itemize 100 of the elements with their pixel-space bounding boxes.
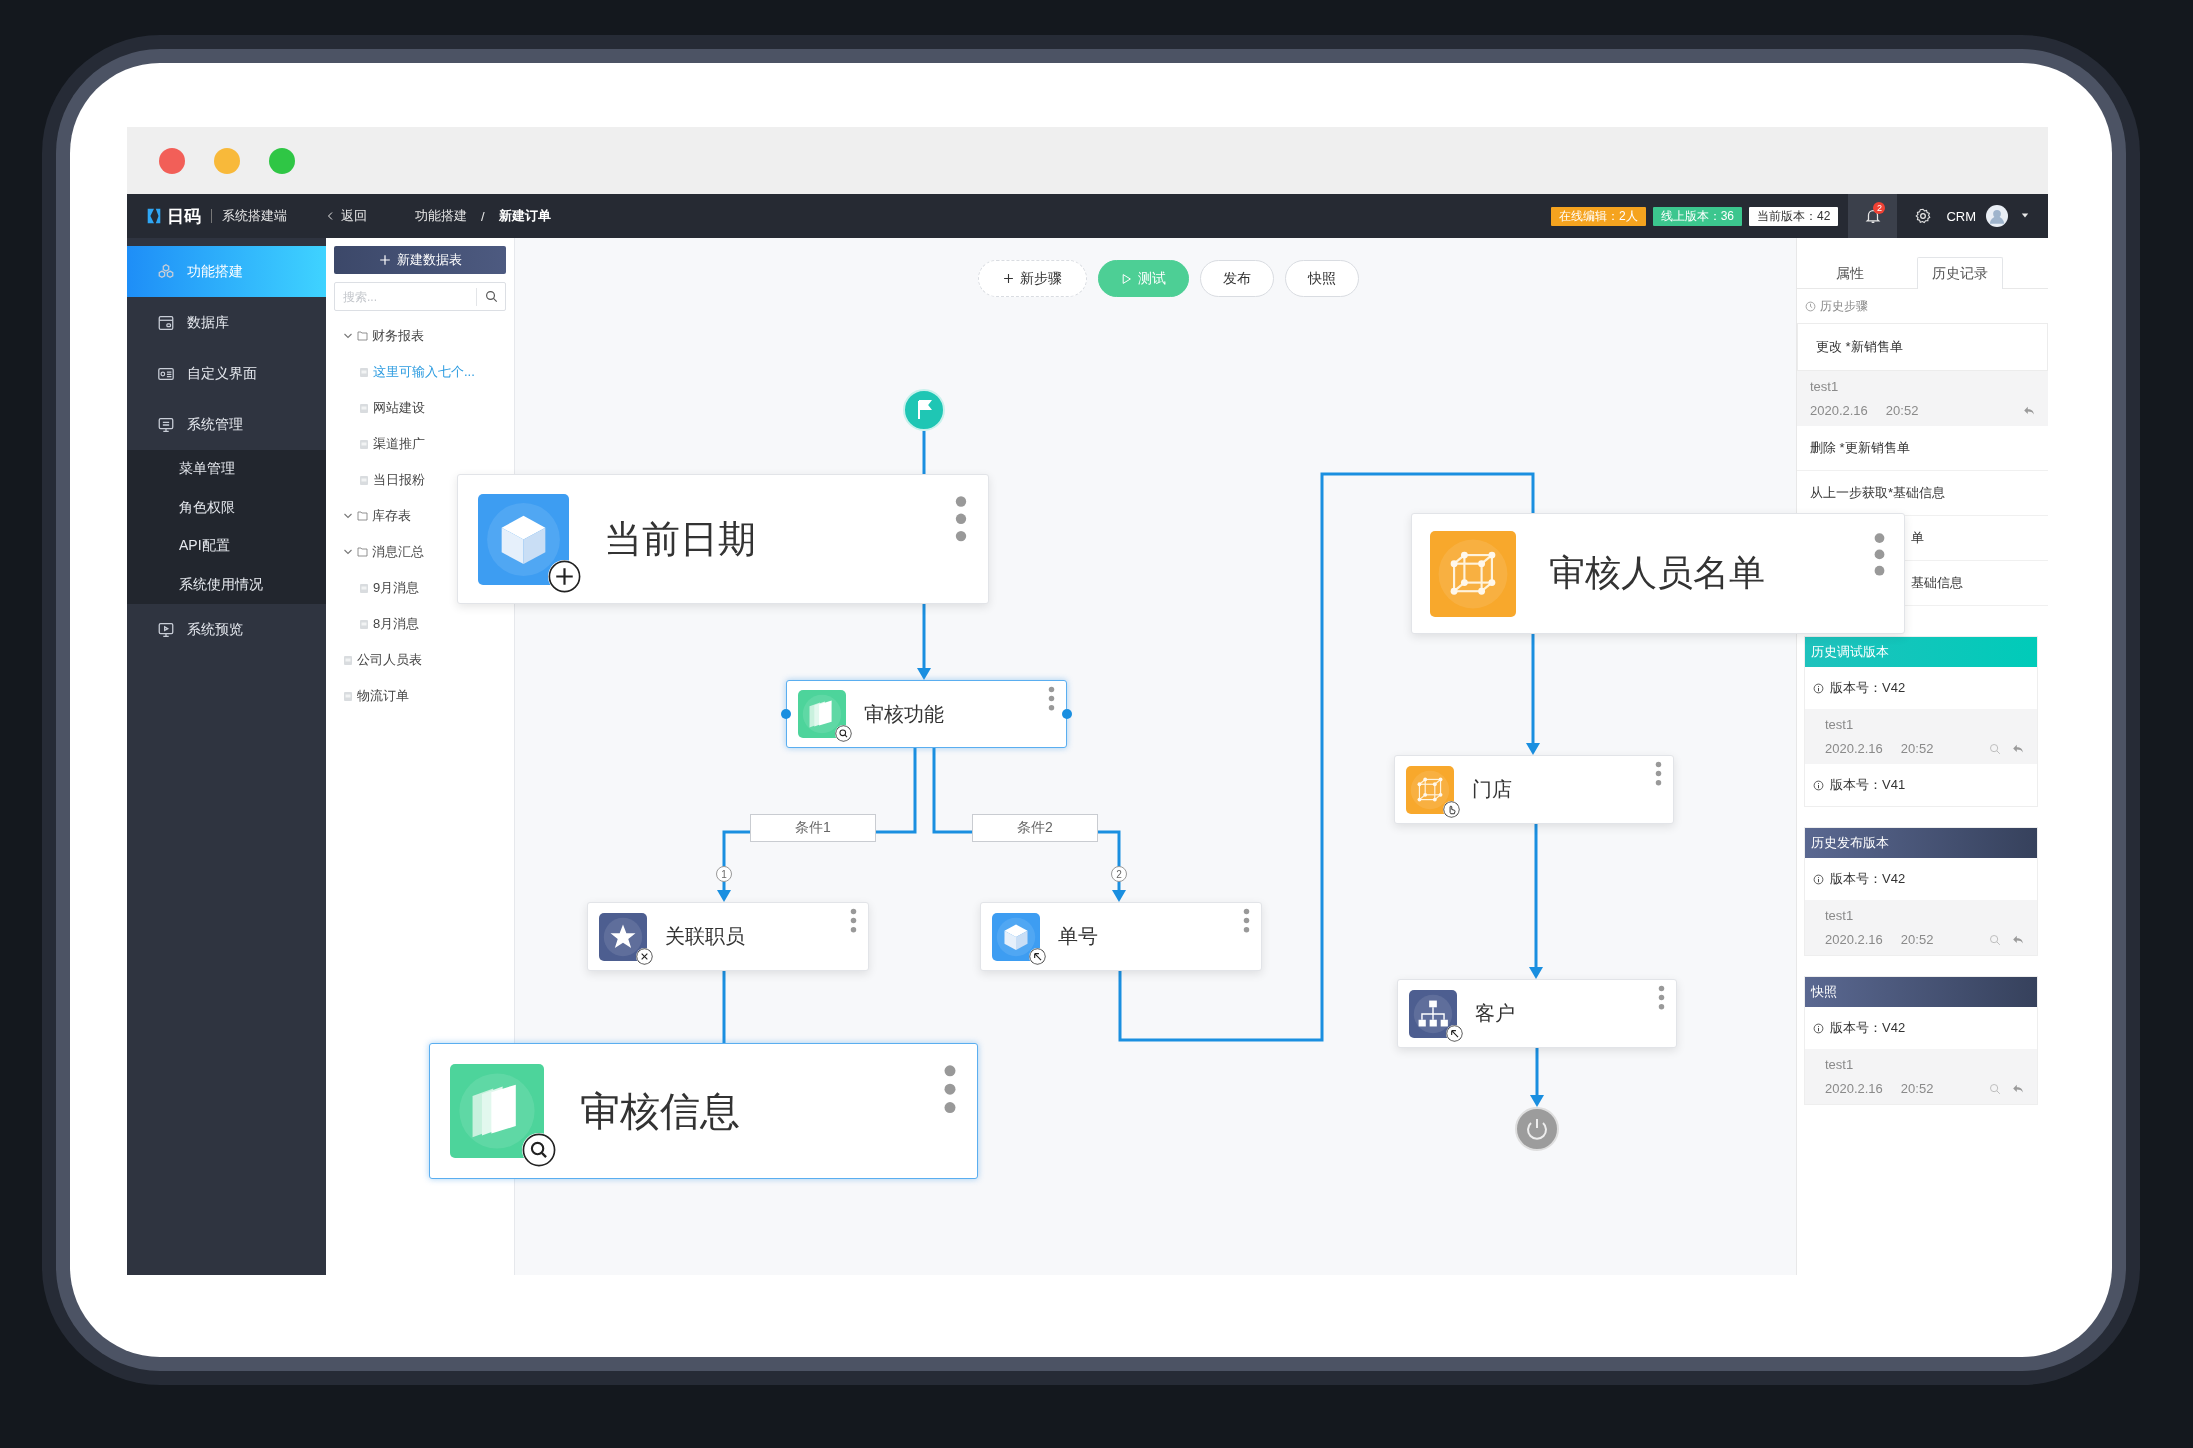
section-header: 历史调试版本 [1805, 637, 2037, 667]
toolbar-button[interactable]: 发布 [1200, 260, 1274, 297]
sidebar-item[interactable]: 自定义界面 [127, 348, 326, 399]
tree-item[interactable]: 当日报粉 [373, 471, 425, 489]
record-time: 20:52 [1885, 403, 1919, 418]
tree-item[interactable]: 消息汇总 [372, 543, 424, 561]
node-title: 单号 [1058, 924, 1098, 949]
more-icon[interactable] [954, 495, 968, 543]
info-icon [1813, 682, 1824, 694]
version-number: 版本号：V41 [1830, 776, 1906, 794]
power-icon[interactable] [1515, 1107, 1559, 1151]
flag-icon[interactable] [903, 389, 945, 431]
connection-dot[interactable] [1062, 709, 1072, 719]
more-icon[interactable] [1243, 908, 1250, 934]
close-window-icon[interactable] [159, 147, 185, 174]
more-icon[interactable] [943, 1064, 957, 1115]
flow-node[interactable]: 关联职员 [587, 902, 869, 971]
sidebar-item[interactable]: 系统预览 [127, 604, 326, 655]
document-icon [343, 690, 353, 702]
back-link[interactable]: 返回 [325, 207, 367, 225]
tree-item[interactable]: 8月消息 [373, 615, 420, 633]
tree-item[interactable]: 库存表 [372, 507, 411, 525]
sidebar-item[interactable]: 数据库 [127, 297, 326, 348]
status-badge: 当前版本：42 [1749, 206, 1839, 226]
more-icon[interactable] [1655, 761, 1662, 787]
version-number: 版本号：V42 [1830, 1019, 1906, 1037]
panel-tab[interactable]: 历史记录 [1917, 257, 2003, 289]
tree-item[interactable]: 渠道推广 [373, 435, 425, 453]
condition-label[interactable]: 条件1 [750, 814, 876, 842]
document-icon [359, 438, 369, 450]
tree-item[interactable]: 9月消息 [373, 579, 420, 597]
history-step[interactable]: 基础信息 [1911, 574, 1963, 592]
search-icon [522, 1133, 556, 1167]
folder-icon [357, 331, 368, 341]
user-name[interactable]: CRM [1946, 208, 1976, 224]
node-title: 审核信息 [580, 1087, 740, 1135]
record-date: 2020.2.16 [1810, 403, 1868, 418]
history-step[interactable]: 删除 *更新销售单 [1797, 426, 2048, 471]
notification-count: 2 [1873, 202, 1886, 214]
flow-node[interactable]: 门店 [1394, 755, 1674, 824]
chevron-icon[interactable] [343, 331, 353, 341]
document-icon [343, 654, 353, 666]
search-icon [484, 290, 498, 303]
sidebar-subitem[interactable]: 系统使用情况 [127, 565, 326, 604]
more-icon[interactable] [1873, 532, 1886, 577]
node-title: 关联职员 [665, 924, 745, 949]
section-header: 历史发布版本 [1805, 828, 2037, 858]
notification-button[interactable]: 2 [1848, 194, 1898, 238]
chevron-left-icon [325, 210, 335, 222]
flow-node[interactable]: 当前日期 [457, 474, 989, 604]
chevron-icon[interactable] [343, 511, 353, 521]
undo-icon [2022, 404, 2036, 417]
node-title: 审核人员名单 [1549, 551, 1765, 595]
caret-icon [2020, 212, 2030, 220]
new-table-button[interactable]: 新建数据表 [334, 246, 506, 274]
chevron-icon[interactable] [343, 547, 353, 557]
plus-icon [378, 254, 391, 266]
minimize-window-icon[interactable] [214, 147, 240, 174]
info-icon [1813, 779, 1824, 791]
more-icon[interactable] [1048, 686, 1055, 712]
record-date: 2020.2.16 [1825, 932, 1883, 947]
tree-item[interactable]: 物流订单 [357, 687, 409, 705]
version-number: 版本号：V42 [1830, 679, 1906, 697]
flow-node[interactable]: 单号 [980, 902, 1262, 971]
search-input[interactable]: 搜索... [335, 289, 476, 304]
clock-icon [1805, 300, 1816, 312]
logo-icon [145, 207, 163, 225]
breadcrumb-item[interactable]: 功能搭建 [415, 207, 467, 225]
tree-item[interactable]: 网站建设 [373, 399, 425, 417]
toolbar-button[interactable]: 新步骤 [978, 260, 1087, 297]
undo-icon [2011, 1082, 2025, 1095]
sidebar-item[interactable]: 系统管理 [127, 399, 326, 450]
flow-node[interactable]: 审核信息 [429, 1043, 978, 1179]
condition-label[interactable]: 条件2 [972, 814, 1098, 842]
sidebar-subitem[interactable]: 菜单管理 [127, 450, 326, 489]
history-steps-label: 历史步骤 [1820, 297, 1868, 315]
search-icon [1989, 742, 2001, 755]
search-box[interactable]: 搜索... [334, 282, 506, 311]
connection-dot[interactable] [781, 709, 791, 719]
preview-icon [157, 620, 175, 639]
document-icon [359, 582, 369, 594]
more-icon[interactable] [1658, 985, 1665, 1011]
maximize-window-icon[interactable] [269, 147, 295, 174]
undo-icon [2011, 742, 2025, 755]
flow-node[interactable]: 客户 [1397, 979, 1677, 1048]
panel-tab[interactable]: 属性 [1807, 257, 1893, 289]
history-step[interactable]: 单 [1911, 529, 1924, 547]
flow-node[interactable]: 审核人员名单 [1411, 513, 1905, 634]
record-time: 20:52 [1900, 1081, 1934, 1096]
logo-text: 日码 [167, 205, 201, 228]
sidebar-subitem[interactable]: 角色权限 [127, 488, 326, 527]
document-icon [359, 366, 369, 378]
monitor-icon [157, 415, 175, 434]
sidebar-subitem[interactable]: API配置 [127, 527, 326, 566]
tree-item[interactable]: 财务报表 [372, 327, 424, 345]
flow-node[interactable]: 审核功能 [786, 680, 1067, 748]
toolbar-button[interactable]: 快照 [1285, 260, 1359, 297]
more-icon[interactable] [850, 908, 857, 934]
record-time: 20:52 [1900, 932, 1934, 947]
tree-item[interactable]: 公司人员表 [357, 651, 422, 669]
